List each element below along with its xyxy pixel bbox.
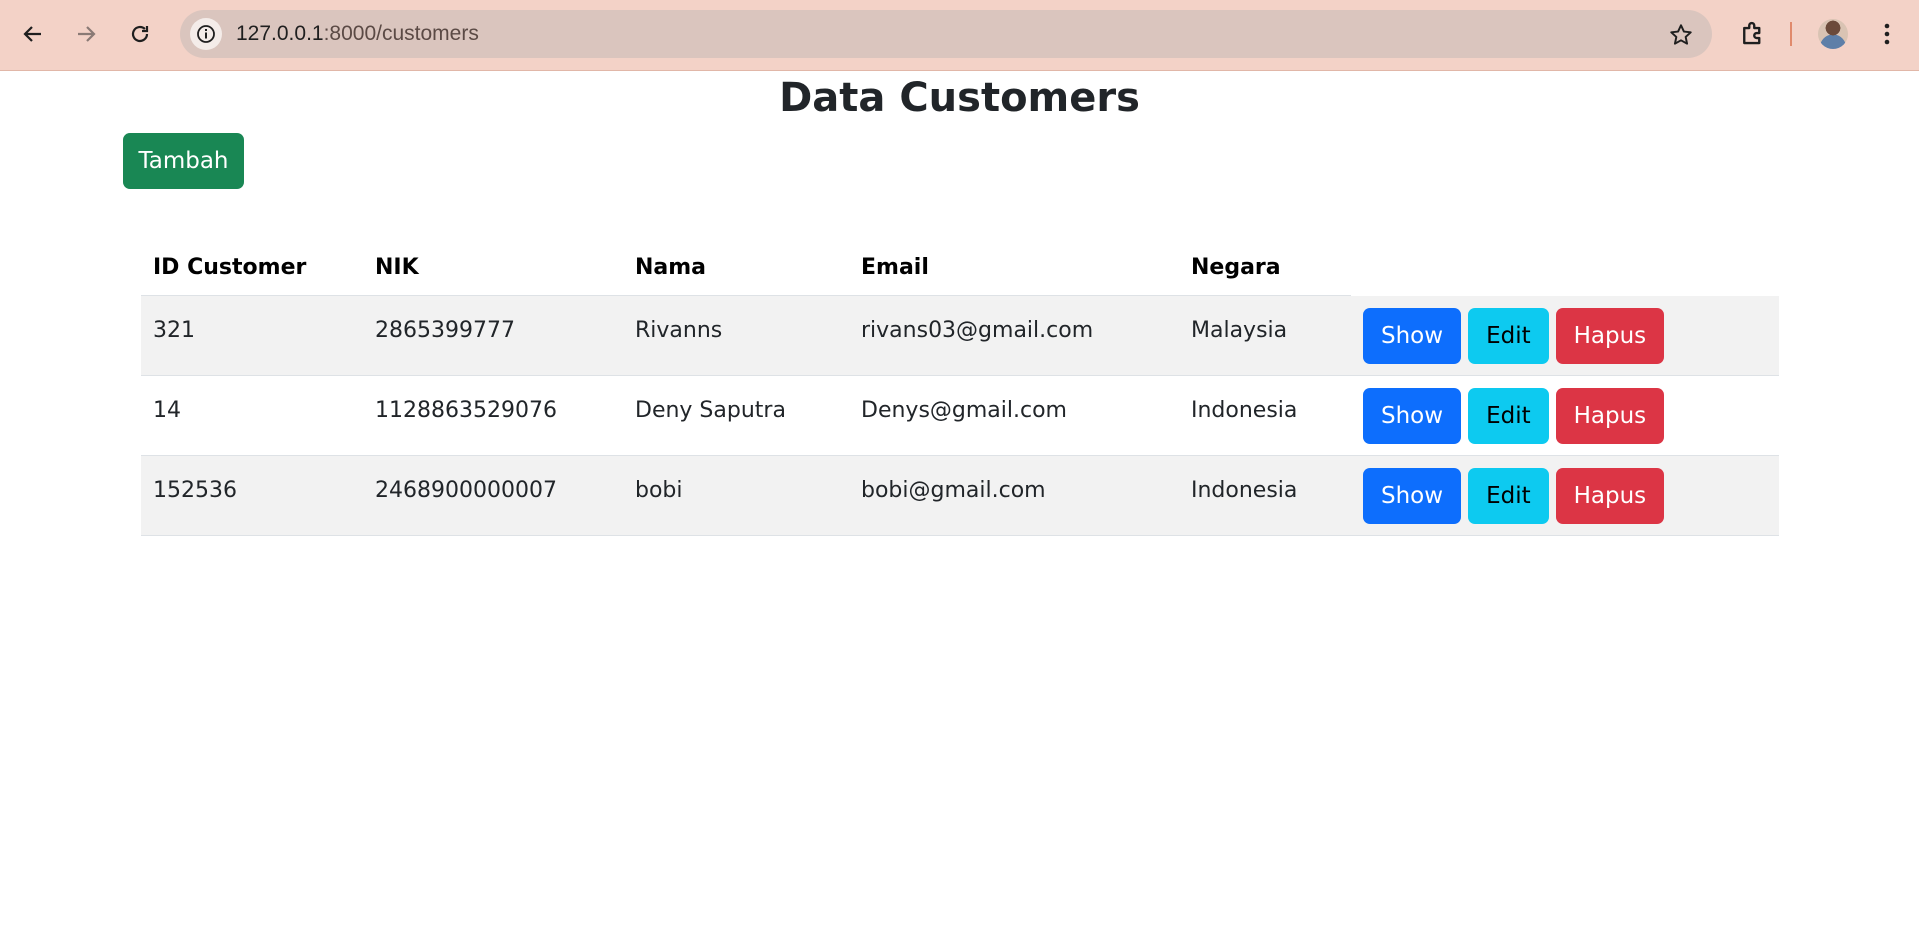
column-header-nik: NIK	[363, 240, 623, 296]
arrow-left-icon	[23, 26, 41, 42]
cell-email: rivans03@gmail.com	[849, 295, 1179, 376]
show-button[interactable]: Show	[1363, 307, 1462, 364]
reload-button[interactable]	[120, 14, 160, 54]
table-row: 14 1128863529076 Deny Saputra Denys@gmai…	[141, 375, 1779, 456]
edit-button[interactable]: Edit	[1468, 468, 1549, 524]
cell-nama: bobi	[623, 455, 849, 536]
table-row: 152536 2468900000007 bobi bobi@gmail.com…	[141, 455, 1779, 536]
url-path: :8000/customers	[323, 22, 479, 45]
more-menu-icon[interactable]	[1875, 19, 1899, 49]
cell-negara: Malaysia	[1179, 295, 1351, 376]
cell-id: 14	[141, 375, 363, 456]
cell-nama: Rivanns	[623, 295, 849, 376]
delete-button[interactable]: Hapus	[1555, 388, 1665, 444]
column-header-id: ID Customer	[141, 240, 363, 296]
site-info-icon[interactable]	[190, 18, 222, 50]
edit-button[interactable]: Edit	[1468, 388, 1549, 444]
add-customer-button[interactable]: Tambah	[123, 133, 244, 189]
table-row: 321 2865399777 Rivanns rivans03@gmail.co…	[141, 295, 1779, 376]
page-title: Data Customers	[779, 75, 1140, 121]
cell-actions: Show Edit Hapus	[1351, 375, 1779, 456]
show-button[interactable]: Show	[1363, 468, 1462, 524]
toolbar-divider	[1790, 22, 1792, 46]
customers-table: ID Customer NIK Nama Email Negara 321 28…	[141, 240, 1779, 536]
column-header-actions	[1351, 240, 1779, 296]
cell-email: bobi@gmail.com	[849, 455, 1179, 536]
profile-avatar[interactable]	[1818, 19, 1848, 49]
delete-button[interactable]: Hapus	[1555, 468, 1665, 524]
delete-button[interactable]: Hapus	[1555, 307, 1665, 364]
cell-nik: 2468900000007	[363, 455, 623, 536]
address-bar[interactable]: 127.0.0.1:8000/customers	[180, 10, 1712, 58]
column-header-email: Email	[849, 240, 1179, 296]
cell-actions: Show Edit Hapus	[1351, 295, 1779, 376]
cell-nik: 1128863529076	[363, 375, 623, 456]
bookmark-star-icon[interactable]	[1668, 22, 1694, 48]
cell-email: Denys@gmail.com	[849, 375, 1179, 456]
cell-id: 152536	[141, 455, 363, 536]
url-host: 127.0.0.1	[236, 22, 324, 45]
cell-nama: Deny Saputra	[623, 375, 849, 456]
column-header-negara: Negara	[1179, 240, 1351, 296]
extensions-icon[interactable]	[1738, 18, 1768, 48]
browser-toolbar: 127.0.0.1:8000/customers	[0, 0, 1919, 71]
cell-id: 321	[141, 295, 363, 376]
cell-actions: Show Edit Hapus	[1351, 455, 1779, 536]
url-text: 127.0.0.1:8000/customers	[236, 10, 479, 58]
back-button[interactable]	[13, 14, 53, 54]
table-header-row: ID Customer NIK Nama Email Negara	[141, 240, 1779, 296]
column-header-nama: Nama	[623, 240, 849, 296]
arrow-right-icon	[78, 26, 96, 42]
reload-icon	[131, 25, 149, 43]
forward-button[interactable]	[66, 14, 106, 54]
cell-negara: Indonesia	[1179, 375, 1351, 456]
edit-button[interactable]: Edit	[1468, 307, 1549, 364]
cell-nik: 2865399777	[363, 295, 623, 376]
cell-negara: Indonesia	[1179, 455, 1351, 536]
show-button[interactable]: Show	[1363, 388, 1462, 444]
